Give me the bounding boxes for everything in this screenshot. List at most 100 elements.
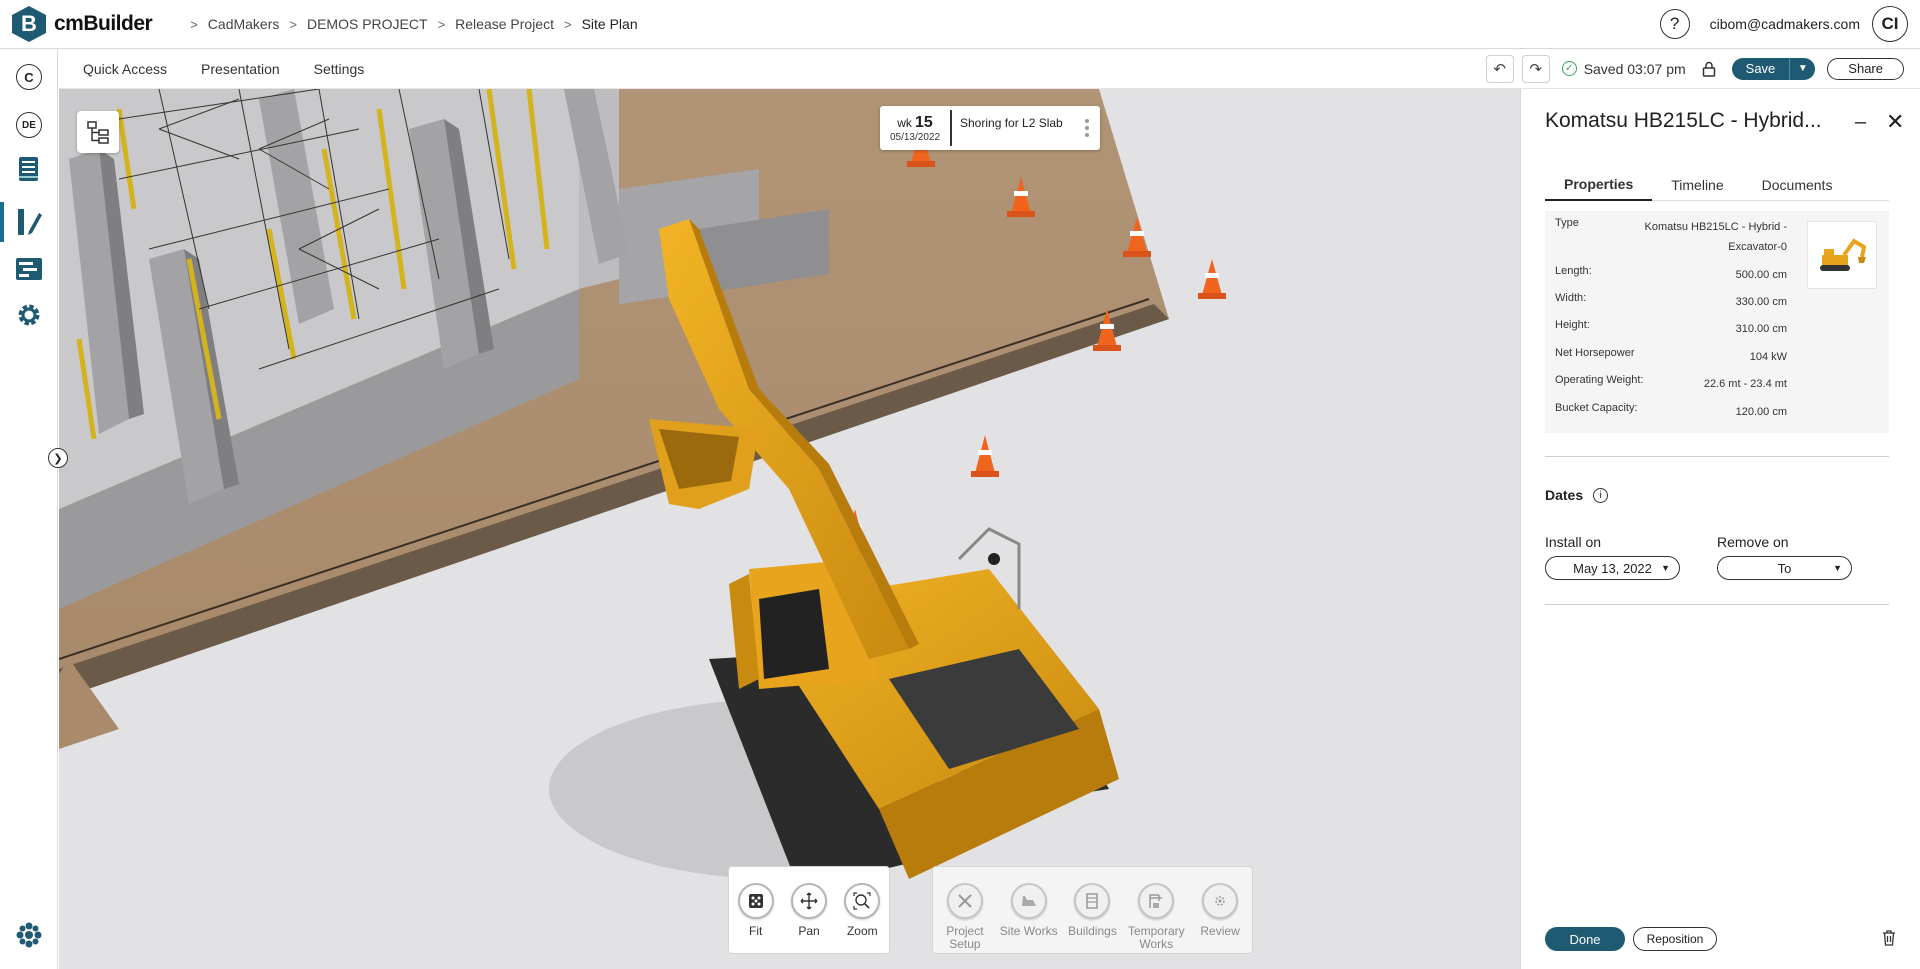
flower-apps-icon: [16, 922, 42, 948]
saved-time: Saved 03:07 pm: [1583, 60, 1686, 77]
lock-button[interactable]: [1698, 58, 1720, 80]
zoom-label: Zoom: [846, 924, 878, 938]
app-logo[interactable]: B cmBuilder: [12, 6, 153, 42]
review-icon: [1202, 883, 1239, 919]
minimize-button[interactable]: –: [1855, 111, 1866, 134]
pan-tool[interactable]: Pan: [782, 883, 835, 953]
menu-quick-access[interactable]: Quick Access: [83, 61, 167, 77]
delete-button[interactable]: [1881, 929, 1897, 952]
expand-sidebar-button[interactable]: ❯: [48, 448, 68, 468]
project-setup-label: Project Setup: [946, 924, 984, 951]
rail-item-settings[interactable]: [13, 299, 45, 331]
property-value: 104 kW: [1749, 351, 1787, 363]
remove-date-select[interactable]: To ▼: [1717, 556, 1852, 580]
property-row: Width: 330.00 cm: [1555, 292, 1787, 312]
install-date-select[interactable]: May 13, 2022 ▼: [1545, 556, 1680, 580]
dates-heading: Dates i: [1545, 487, 1609, 503]
tab-properties[interactable]: Properties: [1545, 169, 1653, 201]
lock-icon: [1702, 61, 1715, 77]
property-row: Net Horsepower 104 kW: [1555, 347, 1787, 367]
language-switcher[interactable]: DE: [13, 109, 45, 141]
save-options-button[interactable]: ▼: [1789, 57, 1816, 80]
review-tool[interactable]: Review: [1190, 883, 1250, 953]
close-button[interactable]: ✕: [1886, 109, 1904, 135]
avatar[interactable]: CI: [1872, 6, 1908, 42]
company-switcher[interactable]: C: [13, 61, 45, 93]
buildings-tool[interactable]: Buildings: [1062, 883, 1122, 953]
left-rail: C DE: [0, 49, 58, 969]
project-setup-tool[interactable]: Project Setup: [935, 883, 995, 953]
scene-tree-button[interactable]: [77, 111, 119, 153]
timeline-week-card[interactable]: wk 15 05/13/2022 Shoring for L2 Slab: [880, 106, 1100, 150]
panel-title: Komatsu HB215LC - Hybrid...: [1545, 109, 1822, 132]
site-works-tool[interactable]: Site Works: [999, 883, 1059, 953]
property-label: Operating Weight:: [1555, 374, 1644, 386]
caret-down-icon: ▼: [1833, 563, 1842, 573]
share-button[interactable]: Share: [1827, 57, 1904, 80]
properties-table: Type Komatsu HB215LC - Hybrid - Excavato…: [1545, 211, 1889, 433]
trash-icon: [1883, 930, 1895, 946]
temporary-works-label: Temporary Works: [1127, 924, 1185, 951]
minimize-icon: –: [1855, 111, 1867, 133]
redo-button[interactable]: ↷: [1521, 54, 1550, 83]
dates-title: Dates: [1545, 487, 1584, 503]
pencil-ruler-icon: [18, 209, 42, 235]
user-email[interactable]: cibom@cadmakers.com: [1710, 16, 1860, 32]
install-date-value: May 13, 2022: [1573, 560, 1652, 576]
cmbuilder-logo-icon: B: [12, 6, 46, 42]
menu-presentation[interactable]: Presentation: [201, 61, 280, 77]
panel-tabs: Properties Timeline Documents: [1545, 169, 1889, 201]
current-task-name: Shoring for L2 Slab: [960, 116, 1063, 130]
rail-item-documents[interactable]: [13, 153, 45, 185]
schedule-board-icon: [16, 258, 42, 280]
gear-icon: [18, 304, 40, 326]
fit-tool[interactable]: Fit: [729, 883, 782, 953]
rail-item-schedule[interactable]: [13, 253, 45, 285]
temporary-works-tool[interactable]: Temporary Works: [1126, 883, 1186, 953]
reposition-button[interactable]: Reposition: [1633, 927, 1717, 951]
menu-settings[interactable]: Settings: [314, 61, 365, 77]
review-label: Review: [1200, 924, 1240, 938]
chevron-down-icon: ▼: [1797, 63, 1808, 74]
tab-timeline[interactable]: Timeline: [1652, 169, 1742, 201]
site-scene-render: [59, 89, 1520, 969]
breadcrumb-release[interactable]: Release Project: [455, 16, 554, 32]
property-label: Type: [1555, 217, 1579, 229]
zoom-tool[interactable]: Zoom: [836, 883, 889, 953]
breadcrumb-project[interactable]: DEMOS PROJECT: [307, 16, 428, 32]
remove-date-value: To: [1777, 560, 1792, 576]
property-value: 500.00 cm: [1735, 269, 1787, 281]
property-row: Length: 500.00 cm: [1555, 265, 1787, 285]
done-button[interactable]: Done: [1545, 927, 1625, 951]
save-button[interactable]: Save: [1731, 57, 1790, 80]
pan-icon: [790, 883, 827, 919]
section-divider: [1545, 604, 1889, 605]
breadcrumb: > CadMakers > DEMOS PROJECT > Release Pr…: [180, 16, 637, 32]
rail-item-apps[interactable]: [13, 919, 45, 951]
property-row: Height: 310.00 cm: [1555, 319, 1787, 339]
zoom-icon: [844, 883, 881, 919]
week-label: wk: [897, 115, 912, 130]
chevron-right-icon: >: [190, 16, 198, 32]
info-icon[interactable]: i: [1593, 487, 1609, 503]
navigation-toolbar: Fit Pan Zoom: [728, 866, 890, 954]
week-number: 15: [914, 113, 933, 131]
rail-item-design[interactable]: [13, 206, 45, 238]
rail-selection-indicator: [0, 202, 4, 242]
tab-documents[interactable]: Documents: [1743, 169, 1852, 201]
kebab-menu-icon[interactable]: [1080, 118, 1094, 139]
breadcrumb-company[interactable]: CadMakers: [208, 16, 280, 32]
install-on-label: Install on: [1545, 534, 1602, 550]
hierarchy-tree-icon: [87, 121, 109, 144]
breadcrumb-current: Site Plan: [581, 16, 638, 32]
close-icon: ✕: [1886, 109, 1905, 134]
equipment-thumbnail: [1807, 221, 1877, 289]
week-date: 05/13/2022: [889, 131, 941, 143]
3d-viewport[interactable]: wk15 05/13/2022 Shoring for L2 Slab ^ Fi…: [59, 89, 1520, 969]
undo-button[interactable]: ↶: [1485, 54, 1514, 83]
site-works-label: Site Works: [999, 924, 1058, 938]
chevron-right-icon: >: [289, 16, 297, 32]
help-button[interactable]: ?: [1659, 9, 1690, 39]
property-label: Bucket Capacity:: [1555, 402, 1638, 414]
property-row: Type Komatsu HB215LC - Hybrid - Excavato…: [1555, 217, 1787, 257]
